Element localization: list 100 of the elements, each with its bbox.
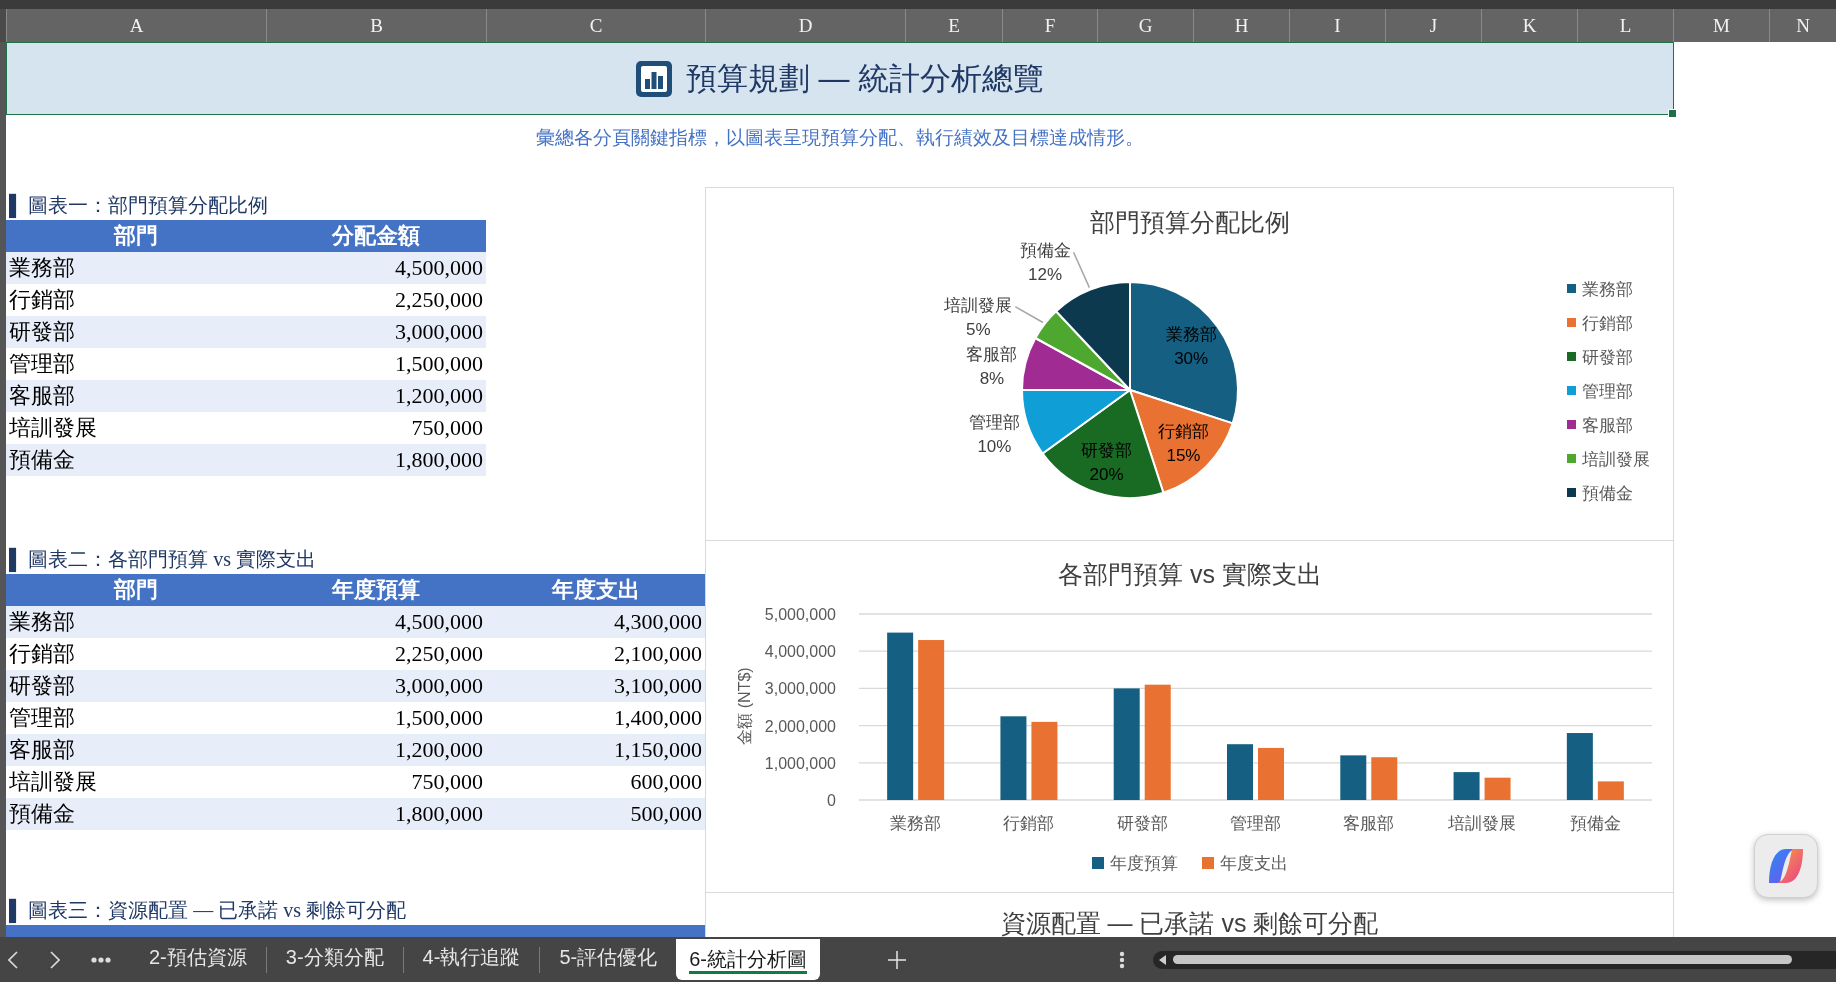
table-cell-text: 2,250,000 — [394, 286, 484, 314]
column-heading: 年度預算 — [266, 574, 486, 606]
table-cell-text: 1,400,000 — [613, 704, 703, 732]
axis-tick-label: 1,000,000 — [764, 754, 836, 772]
table-cell-text: 管理部 — [8, 704, 76, 732]
legend-label: 研發部 — [1582, 348, 1633, 367]
table-cell-text: 1,500,000 — [394, 704, 484, 732]
legend-label: 客服部 — [1582, 416, 1633, 435]
table-cell: 1,200,000 — [266, 380, 486, 412]
assistant-button[interactable] — [1754, 834, 1818, 898]
legend-label: 業務部 — [1582, 280, 1633, 299]
column-heading: 年度支出 — [486, 574, 705, 606]
table-cell: 3,000,000 — [266, 670, 486, 702]
table-cell: 業務部 — [6, 252, 266, 284]
slice-label: 行銷部 — [1157, 422, 1209, 442]
table-cell-text: 管理部 — [8, 350, 76, 378]
sheet-tab[interactable]: 5-評估優化 — [540, 938, 677, 977]
slice-percent-label: 20% — [1089, 464, 1124, 484]
title-banner[interactable]: 預算規劃 — 統計分析總覽 — [6, 42, 1674, 115]
column-header[interactable]: N — [1769, 9, 1836, 42]
category-label: 客服部 — [1343, 814, 1395, 833]
triangle-left-icon[interactable] — [1159, 954, 1166, 965]
table-cell-text: 1,500,000 — [394, 350, 484, 378]
bar — [1484, 777, 1511, 800]
sheet-tab[interactable]: 3-分類分配 — [266, 938, 403, 977]
table-cell: 4,500,000 — [266, 252, 486, 284]
swirl-logo-icon — [1769, 849, 1803, 883]
column-heading: 分配金額 — [266, 220, 486, 252]
table-cell-text: 750,000 — [410, 414, 484, 442]
table-cell-text: 培訓發展 — [8, 768, 98, 796]
slice-percent-label: 30% — [1174, 348, 1209, 368]
chevron-left-icon[interactable] — [8, 950, 18, 969]
slice-percent-label: 10% — [977, 437, 1012, 457]
table-cell: 3,000,000 — [266, 316, 486, 348]
legend-label: 管理部 — [1582, 382, 1633, 401]
slice-label: 管理部 — [968, 413, 1020, 433]
table-cell: 研發部 — [6, 316, 266, 348]
bar — [1258, 747, 1284, 800]
legend-label: 年度預算 — [1110, 854, 1178, 873]
sheet-tab[interactable]: 6-統計分析圖 — [676, 939, 820, 980]
slice-percent-label: 8% — [979, 368, 1005, 388]
sheet-tab[interactable]: 2-預估資源 — [130, 938, 266, 977]
category-label: 行銷部 — [1003, 814, 1055, 833]
axis-tick-label: 4,000,000 — [764, 643, 836, 661]
banner-title: 預算規劃 — 統計分析總覽 — [685, 59, 1045, 98]
axis-tick-label: 0 — [827, 792, 836, 809]
category-label: 業務部 — [890, 814, 942, 833]
horizontal-scrollbar[interactable] — [1153, 950, 1836, 969]
legend-label: 培訓發展 — [1582, 450, 1650, 469]
slice-label: 業務部 — [1165, 324, 1217, 344]
axis-tick-label: 3,000,000 — [764, 680, 836, 698]
bar — [1597, 781, 1624, 800]
section-heading: ▌ 圖表一：部門預算分配比例 — [8, 192, 269, 219]
table-cell: 3,100,000 — [486, 670, 705, 702]
table-cell: 4,300,000 — [486, 606, 705, 638]
category-label: 研發部 — [1116, 814, 1168, 833]
table-cell: 1,150,000 — [486, 734, 705, 766]
leader-line — [1072, 251, 1091, 289]
column-heading: 部門 — [6, 220, 266, 252]
sheet-tab[interactable]: 4-執行追蹤 — [403, 938, 540, 977]
slice-label: 研發部 — [1081, 440, 1133, 460]
bar — [1340, 755, 1367, 800]
section-heading: ▌ 圖表二：各部門預算 vs 實際支出 — [8, 546, 316, 573]
table-cell: 業務部 — [6, 606, 266, 638]
legend-label: 行銷部 — [1582, 314, 1633, 333]
category-label: 預備金 — [1569, 814, 1621, 833]
axis-title: 金額 (NT$) — [736, 667, 754, 745]
bar — [1453, 772, 1480, 800]
slice-label: 客服部 — [966, 344, 1018, 364]
table-cell: 4,500,000 — [266, 606, 486, 638]
table-cell: 1,800,000 — [266, 444, 486, 476]
chart-title: 資源配置 — 已承諾 vs 剩餘可分配 — [1000, 910, 1379, 936]
slice-label: 預備金 — [1019, 241, 1071, 261]
slice-percent-label: 12% — [1028, 265, 1063, 285]
table-cell-text: 600,000 — [629, 768, 703, 796]
table-cell: 預備金 — [6, 798, 266, 830]
table-cell: 1,200,000 — [266, 734, 486, 766]
scrollbar-thumb[interactable] — [1173, 955, 1792, 964]
table-cell-text: 行銷部 — [8, 640, 76, 668]
axis-tick-label: 5,000,000 — [764, 606, 836, 623]
more-icon[interactable] — [91, 956, 111, 963]
plus-icon[interactable] — [888, 950, 906, 969]
chart-title: 部門預算分配比例 — [1090, 208, 1290, 236]
more-vertical-icon[interactable] — [1119, 950, 1125, 969]
table-cell-text: 行銷部 — [8, 286, 76, 314]
column-header[interactable]: M — [1673, 9, 1769, 42]
column-heading: 部門 — [6, 574, 266, 606]
fill-handle[interactable] — [1668, 109, 1677, 118]
chevron-right-icon[interactable] — [50, 950, 60, 969]
table-cell-text: 2,250,000 — [394, 640, 484, 668]
table-cell-text: 培訓發展 — [8, 414, 98, 442]
legend-label: 年度支出 — [1220, 854, 1288, 873]
chart-title: 各部門預算 vs 實際支出 — [1058, 560, 1322, 588]
legend-label: 預備金 — [1582, 484, 1633, 503]
section-heading: ▌ 圖表三：資源配置 — 已承諾 vs 剩餘可分配 — [8, 897, 406, 924]
slice-label: 培訓發展 — [944, 295, 1013, 315]
bar — [1371, 757, 1398, 800]
table-cell-text: 750,000 — [410, 768, 484, 796]
slice-percent-label: 5% — [966, 319, 991, 339]
bar — [1227, 744, 1253, 800]
